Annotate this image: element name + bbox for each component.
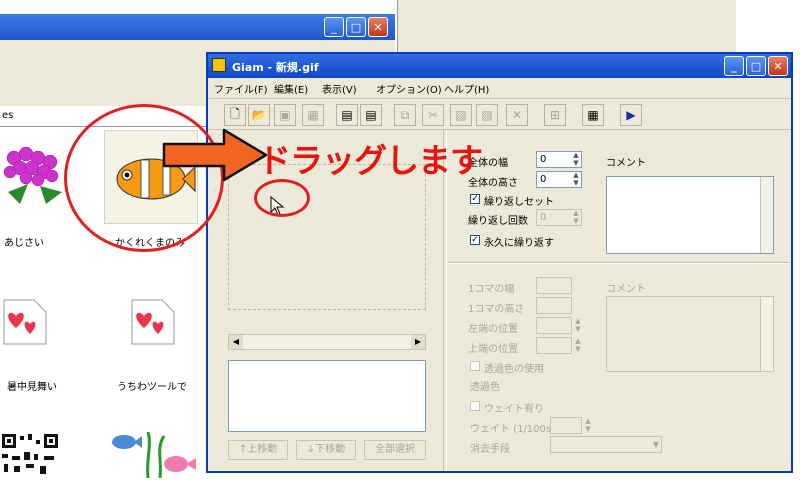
move-up-button[interactable]: ↑上移動 [228, 440, 288, 460]
transparent-color-label: 透過色 [470, 382, 500, 393]
resize-icon[interactable]: ⊞ [544, 104, 566, 126]
frame-drop-area[interactable] [228, 164, 426, 310]
maximize-button[interactable]: □ [346, 17, 366, 37]
left-pos-label: 左端の位置 [468, 324, 518, 335]
window-title: Giam - 新規.gif [232, 61, 319, 74]
loop-forever-label: 永久に繰り返す [484, 238, 554, 249]
hearts-file-icon[interactable] [0, 298, 48, 346]
scroll-right-icon[interactable]: ▶ [411, 335, 425, 349]
wait-unit-label: ウェイト (1/100s) [470, 424, 556, 435]
address-text: es [2, 110, 14, 121]
app-icon [212, 58, 226, 72]
transparent-use-label: 透過色の使用 [484, 364, 544, 375]
new-file-icon[interactable]: 🗋 [224, 104, 246, 126]
close-button[interactable]: ✕ [368, 17, 388, 37]
select-all-button[interactable]: 全部選択 [364, 440, 426, 460]
comment-scrollbar[interactable] [760, 177, 773, 253]
minimize-button[interactable]: _ [324, 17, 344, 37]
height-spinner[interactable]: ▲ ▼ [570, 171, 582, 188]
menu-options[interactable]: オプション(O) [376, 81, 442, 96]
frame-height-label: 1コマの高さ [468, 304, 525, 315]
left-pos-input[interactable] [536, 317, 572, 334]
export-icon[interactable]: ▦ [302, 104, 324, 126]
wait-input[interactable] [550, 417, 582, 434]
menu-edit[interactable]: 編集(E) [274, 81, 308, 96]
wait-checkbox[interactable] [470, 401, 480, 411]
frame-width-label: 1コマの幅 [468, 284, 515, 295]
menu-view[interactable]: 表示(V) [322, 81, 357, 96]
list-item-label: あじさい [4, 238, 44, 249]
explorer-titlebar: _ □ ✕ [0, 14, 395, 40]
fish-plant-icon[interactable] [108, 428, 198, 479]
frame-comment-scrollbar[interactable] [760, 297, 773, 371]
open-folder-icon[interactable]: 📂 [248, 104, 270, 126]
width-spinner[interactable]: ▲ ▼ [570, 151, 582, 168]
section-divider [448, 262, 790, 264]
cut-icon[interactable]: ✂ [422, 104, 444, 126]
top-pos-label: 上端の位置 [468, 344, 518, 355]
menu-file[interactable]: ファイル(F) [214, 81, 268, 96]
loop-set-checkbox[interactable]: ✓ [470, 194, 480, 204]
chevron-down-icon: ▼ [652, 440, 659, 449]
frame-list[interactable] [228, 360, 426, 432]
grid-icon[interactable]: ▦ [582, 104, 604, 126]
hydrangea-icon[interactable] [0, 140, 70, 220]
frame-width-input[interactable] [536, 277, 572, 294]
frame-comment-label: コメント [606, 284, 646, 295]
insert-frames-icon[interactable]: ▤ [336, 104, 358, 126]
left-pos-spinner[interactable]: ▲ ▼ [572, 317, 584, 334]
qr-code-icon[interactable] [0, 432, 64, 478]
scroll-left-icon[interactable]: ◀ [229, 335, 243, 349]
drag-arrow-icon [162, 128, 270, 182]
transparent-use-checkbox[interactable] [470, 361, 480, 371]
giam-titlebar: Giam - 新規.gif _ □ ✕ [208, 54, 791, 78]
save-icon[interactable]: ▣ [274, 104, 296, 126]
hearts-file-icon[interactable] [128, 298, 176, 346]
top-pos-spinner[interactable]: ▲ ▼ [572, 337, 584, 354]
highlight-circle-target [254, 179, 310, 217]
minimize-button[interactable]: _ [724, 56, 744, 76]
wait-label: ウェイト有り [484, 404, 544, 415]
list-item-label: 暑中見舞い [7, 382, 57, 393]
wait-spinner[interactable]: ▲ ▼ [582, 417, 594, 434]
horizontal-scrollbar[interactable]: ◀ ▶ [228, 334, 426, 350]
loop-count-spinner[interactable]: ▲ ▼ [570, 209, 582, 226]
comment-label: コメント [606, 158, 646, 169]
drag-instruction-text: ドラッグします [258, 141, 483, 180]
paste-icon[interactable]: ▧ [450, 104, 472, 126]
dispose-select[interactable]: ▼ [550, 436, 662, 453]
paste-after-icon[interactable]: ▨ [476, 104, 498, 126]
menu-bar: ファイル(F) 編集(E) 表示(V) オプション(O) ヘルプ(H) [208, 78, 791, 96]
menu-help[interactable]: ヘルプ(H) [444, 81, 489, 96]
loop-count-label: 繰り返し回数 [468, 216, 528, 227]
close-button[interactable]: ✕ [768, 56, 788, 76]
maximize-button[interactable]: □ [746, 56, 766, 76]
move-down-button[interactable]: ↓下移動 [296, 440, 356, 460]
background-window [397, 0, 738, 52]
frame-height-input[interactable] [536, 297, 572, 314]
list-item-label: うちわツールで [117, 382, 187, 393]
comment-textarea[interactable] [606, 176, 774, 254]
toolbar: 🗋 📂 ▣ ▦ ▤ ▤ ⧉ ✂ ▧ ▨ ✕ ⊞ ▦ ▶ [208, 98, 791, 130]
giam-window: Giam - 新規.gif _ □ ✕ ファイル(F) 編集(E) 表示(V) … [206, 52, 793, 473]
copy-icon[interactable]: ⧉ [394, 104, 416, 126]
loop-set-label: 繰り返しセット [484, 197, 554, 208]
delete-icon[interactable]: ✕ [506, 104, 528, 126]
top-pos-input[interactable] [536, 337, 572, 354]
add-frames-icon[interactable]: ▤ [360, 104, 382, 126]
play-icon[interactable]: ▶ [620, 104, 642, 126]
loop-forever-checkbox[interactable]: ✓ [470, 235, 480, 245]
dispose-label: 消去手段 [470, 444, 510, 455]
frame-comment-textarea[interactable] [606, 296, 774, 372]
